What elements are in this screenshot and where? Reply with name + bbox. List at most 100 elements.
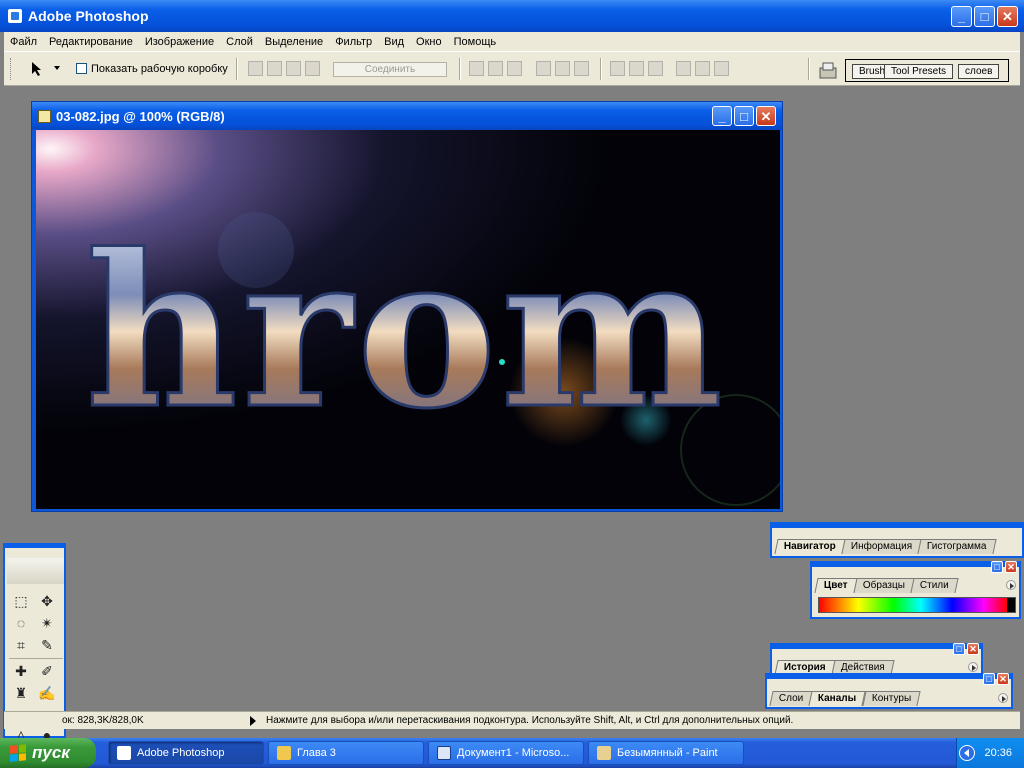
layers-palette-close-button[interactable]: ✕ [997,673,1009,685]
tab-styles[interactable]: Стили [910,578,959,593]
tab-navigator[interactable]: Навигатор [774,539,846,554]
distribute-vcenter-icon[interactable] [629,61,644,76]
distribute-top-icon[interactable] [610,61,625,76]
tab-color[interactable]: Цвет [814,578,858,593]
photoshop-icon [117,746,131,760]
image-file-icon [38,109,51,123]
layers-palette-minimize-button[interactable]: □ [983,673,995,685]
show-hidden-icons-icon[interactable] [959,745,975,761]
marquee-tool-icon[interactable]: ⬚ [11,592,31,610]
menu-edit[interactable]: Редактирование [43,36,139,48]
menu-file[interactable]: Файл [4,36,43,48]
history-palette-minimize-button[interactable]: □ [953,643,965,655]
add-to-shape-icon[interactable] [248,61,263,76]
menu-select[interactable]: Выделение [259,36,329,48]
color-palette: □ ✕ Цвет Образцы Стили [810,561,1021,619]
palette-well-tab-layer-comps[interactable]: слоев [958,64,1000,79]
intersect-shape-icon[interactable] [286,61,301,76]
exclude-shape-icon[interactable] [305,61,320,76]
document-titlebar[interactable]: 03-082.jpg @ 100% (RGB/8) _ □ ✕ [32,102,782,130]
brush-tool-icon[interactable]: ✐ [37,662,57,680]
distribute-hcenter-icon[interactable] [695,61,710,76]
align-right-icon[interactable] [574,61,589,76]
lasso-tool-icon[interactable]: ◌ [11,614,31,632]
task-photoshop[interactable]: Adobe Photoshop [108,741,264,765]
close-button[interactable]: ✕ [997,6,1018,27]
distribute-buttons-vertical [610,61,663,76]
task-paint[interactable]: Безымянный - Paint [588,741,744,765]
layers-palette-menu-icon[interactable] [998,693,1008,703]
align-buttons-vertical [536,61,589,76]
app-titlebar[interactable]: Adobe Photoshop _ □ ✕ [0,0,1024,32]
minimize-button[interactable]: _ [951,6,972,27]
toolbox-separator [9,658,63,659]
start-label: пуск [32,743,70,762]
move-tool-icon[interactable]: ✥ [37,592,57,610]
palette-well: Brushe Tool Presets слоев [845,59,1009,82]
navigator-tabs: Навигатор Информация Гистограмма [774,539,997,554]
tab-info[interactable]: Информация [841,539,922,554]
task-folder[interactable]: Глава 3 [268,741,424,765]
color-palette-menu-icon[interactable] [1006,580,1016,590]
healing-brush-tool-icon[interactable]: ✚ [11,662,31,680]
distribute-left-icon[interactable] [676,61,691,76]
tab-histogram[interactable]: Гистограмма [917,539,997,554]
separator [236,58,238,80]
magic-wand-tool-icon[interactable]: ✴ [37,614,57,632]
palette-well-tab-tool-presets[interactable]: Tool Presets [884,64,954,79]
color-palette-minimize-button[interactable]: □ [991,561,1003,573]
distribute-buttons-horizontal [676,61,729,76]
history-palette-menu-icon[interactable] [968,662,978,672]
align-buttons-horizontal [469,61,522,76]
system-tray: 20:36 [956,738,1024,768]
slice-tool-icon[interactable]: ✎ [37,636,57,654]
maximize-button[interactable]: □ [974,6,995,27]
subtract-shape-icon[interactable] [267,61,282,76]
menu-filter[interactable]: Фильтр [329,36,378,48]
menu-image[interactable]: Изображение [139,36,220,48]
align-left-icon[interactable] [536,61,551,76]
tab-swatches[interactable]: Образцы [853,578,915,593]
menu-layer[interactable]: Слой [220,36,259,48]
tab-channels[interactable]: Каналы [808,691,867,706]
status-bar: ок: 828,3K/828,0K Нажмите для выбора и/и… [4,711,1020,729]
clock[interactable]: 20:36 [984,747,1012,759]
menu-view[interactable]: Вид [378,36,410,48]
layers-tabs: Слои Каналы Контуры [769,691,921,706]
menu-help[interactable]: Помощь [448,36,503,48]
photoshop-icon [8,9,22,23]
menu-window[interactable]: Окно [410,36,448,48]
tab-layers[interactable]: Слои [769,691,813,706]
combine-button[interactable]: Соединить [333,62,447,77]
path-selection-tool-icon[interactable] [30,61,44,77]
document-canvas[interactable]: hrom [36,130,780,509]
doc-maximize-button[interactable]: □ [734,106,754,126]
options-grip[interactable] [10,58,13,80]
history-palette-controls: □ ✕ [953,643,979,655]
distribute-bottom-icon[interactable] [648,61,663,76]
show-bounding-box-checkbox[interactable] [76,63,87,74]
history-palette-close-button[interactable]: ✕ [967,643,979,655]
path-area-buttons [248,61,320,76]
color-palette-close-button[interactable]: ✕ [1005,561,1017,573]
color-spectrum-ramp[interactable] [818,597,1016,613]
distribute-right-icon[interactable] [714,61,729,76]
start-button[interactable]: пуск [0,738,96,768]
align-top-icon[interactable] [469,61,484,76]
tool-preset-dropdown[interactable] [54,66,60,70]
tab-paths[interactable]: Контуры [862,691,921,706]
app-title: Adobe Photoshop [28,8,149,24]
doc-close-button[interactable]: ✕ [756,106,776,126]
crop-tool-icon[interactable]: ⌗ [11,636,31,654]
history-brush-tool-icon[interactable]: ✍ [37,684,57,702]
photoshop-feather-icon[interactable] [7,558,64,584]
doc-minimize-button[interactable]: _ [712,106,732,126]
align-hcenter-icon[interactable] [555,61,570,76]
file-browser-icon[interactable] [818,60,838,80]
status-menu-arrow-icon[interactable] [250,716,256,726]
align-bottom-icon[interactable] [507,61,522,76]
task-word[interactable]: Документ1 - Microso... [428,741,584,765]
clone-stamp-tool-icon[interactable]: ♜ [11,684,31,702]
task-label: Документ1 - Microso... [457,747,570,759]
align-vcenter-icon[interactable] [488,61,503,76]
